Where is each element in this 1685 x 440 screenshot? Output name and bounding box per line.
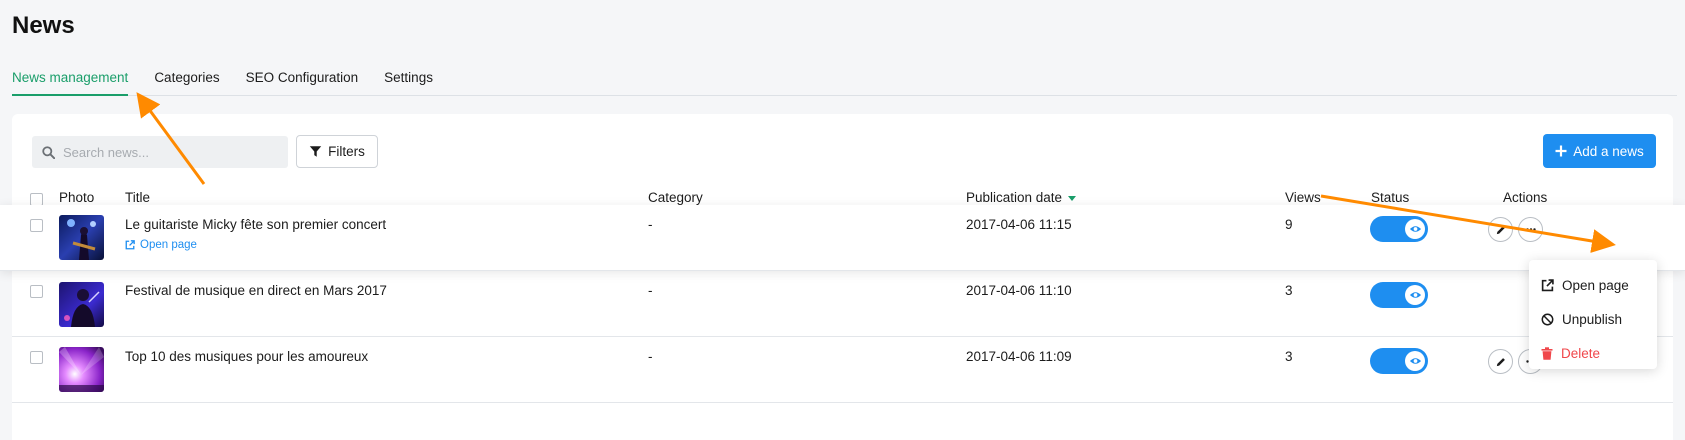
header-status: Status bbox=[1371, 190, 1410, 205]
edit-button[interactable] bbox=[1488, 217, 1513, 242]
header-title[interactable]: Title bbox=[125, 190, 150, 205]
add-news-button[interactable]: Add a news bbox=[1543, 134, 1656, 168]
filter-icon bbox=[309, 146, 322, 157]
status-toggle[interactable] bbox=[1370, 282, 1428, 308]
row-publication-date: 2017-04-06 11:15 bbox=[966, 217, 1072, 232]
header-publication-date: Publication date bbox=[966, 190, 1063, 205]
eye-icon bbox=[1409, 358, 1421, 364]
row-views: 3 bbox=[1285, 349, 1293, 364]
tab-bar: News management Categories SEO Configura… bbox=[12, 70, 1677, 96]
table-row[interactable]: Festival de musique en direct en Mars 20… bbox=[12, 271, 1673, 337]
row-category: - bbox=[648, 349, 653, 364]
more-horizontal-icon bbox=[1525, 228, 1536, 231]
status-toggle[interactable] bbox=[1370, 348, 1428, 374]
tab-seo-configuration[interactable]: SEO Configuration bbox=[246, 70, 359, 96]
menu-item-label: Unpublish bbox=[1562, 311, 1623, 327]
search-input[interactable] bbox=[63, 144, 273, 160]
row-publication-date: 2017-04-06 11:09 bbox=[966, 349, 1072, 364]
row-checkbox[interactable] bbox=[30, 351, 43, 364]
search-box bbox=[32, 136, 288, 168]
header-actions: Actions bbox=[1503, 190, 1548, 205]
row-category: - bbox=[648, 217, 653, 232]
block-icon bbox=[1541, 313, 1554, 325]
edit-button[interactable] bbox=[1488, 349, 1513, 374]
row-category: - bbox=[648, 283, 653, 298]
menu-item-delete[interactable]: Delete bbox=[1529, 336, 1657, 370]
eye-icon bbox=[1409, 226, 1421, 232]
menu-item-label: Open page bbox=[1562, 277, 1629, 293]
add-news-label: Add a news bbox=[1573, 143, 1644, 159]
filters-button[interactable]: Filters bbox=[296, 135, 378, 168]
menu-item-label: Delete bbox=[1561, 345, 1601, 361]
concert-photo-thumbnail bbox=[59, 282, 104, 327]
actions-dropdown-menu: Open page Unpublish Delete bbox=[1529, 260, 1657, 369]
search-icon bbox=[42, 145, 55, 159]
plus-icon bbox=[1555, 145, 1567, 157]
open-page-link[interactable]: Open page bbox=[125, 239, 197, 251]
guitarist-photo-thumbnail bbox=[59, 215, 104, 260]
row-publication-date: 2017-04-06 11:10 bbox=[966, 283, 1072, 298]
row-title[interactable]: Festival de musique en direct en Mars 20… bbox=[125, 283, 387, 298]
stage-lights-photo-thumbnail bbox=[59, 347, 104, 392]
open-page-label: Open page bbox=[140, 239, 197, 251]
page-title: News bbox=[12, 12, 75, 39]
trash-icon bbox=[1541, 346, 1553, 360]
tab-news-management[interactable]: News management bbox=[12, 70, 129, 96]
news-table-card: Filters Add a news Photo Title Category … bbox=[0, 114, 1685, 440]
external-link-icon bbox=[125, 240, 135, 250]
menu-item-unpublish[interactable]: Unpublish bbox=[1529, 302, 1657, 336]
external-link-icon bbox=[1541, 278, 1554, 291]
header-category[interactable]: Category bbox=[648, 190, 703, 205]
status-toggle[interactable] bbox=[1370, 216, 1428, 242]
tab-categories[interactable]: Categories bbox=[154, 70, 219, 96]
header-photo: Photo bbox=[59, 190, 95, 205]
tab-settings[interactable]: Settings bbox=[384, 70, 433, 96]
row-views: 3 bbox=[1285, 283, 1293, 298]
row-title[interactable]: Le guitariste Micky fête son premier con… bbox=[125, 217, 386, 232]
row-views: 9 bbox=[1285, 217, 1293, 232]
table-row[interactable]: Top 10 des musiques pour les amoureux - … bbox=[12, 337, 1673, 403]
header-publication-date-wrap[interactable]: Publication date bbox=[966, 190, 1077, 205]
row-title[interactable]: Top 10 des musiques pour les amoureux bbox=[125, 349, 368, 364]
more-actions-button[interactable] bbox=[1518, 217, 1543, 242]
menu-item-open-page[interactable]: Open page bbox=[1529, 268, 1657, 302]
pencil-icon bbox=[1496, 225, 1505, 234]
eye-icon bbox=[1409, 292, 1421, 298]
row-checkbox[interactable] bbox=[30, 219, 43, 232]
pencil-icon bbox=[1496, 357, 1505, 366]
sort-desc-icon bbox=[1068, 195, 1077, 201]
filters-label: Filters bbox=[328, 144, 365, 159]
header-views[interactable]: Views bbox=[1285, 190, 1321, 205]
row-checkbox[interactable] bbox=[30, 285, 43, 298]
table-row[interactable]: Le guitariste Micky fête son premier con… bbox=[0, 205, 1685, 271]
